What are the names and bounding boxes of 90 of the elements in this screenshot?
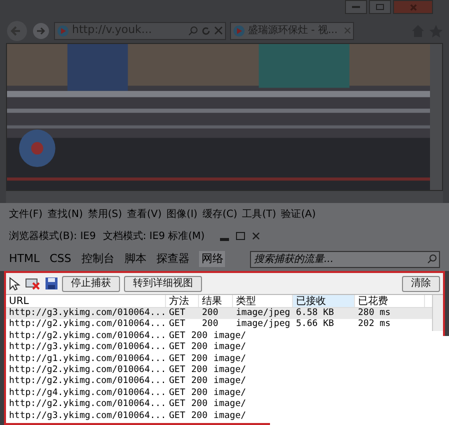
- table-cell: 5.66 KB: [296, 319, 334, 330]
- save-icon[interactable]: [45, 277, 58, 290]
- stop-capture-button[interactable]: 停止捕获: [62, 276, 120, 292]
- table-cell: 200: [191, 399, 208, 410]
- table-scrollbar[interactable]: [432, 295, 443, 331]
- back-icon[interactable]: [6, 20, 28, 42]
- table-cell: http://g4.ykimg.com/010064...: [9, 388, 166, 398]
- search-field[interactable]: 搜索捕获的流量...: [250, 250, 440, 268]
- table-cell: GET: [169, 410, 186, 421]
- table-cell: 200: [191, 330, 208, 341]
- table-cell: GET: [169, 342, 186, 352]
- close-button[interactable]: [393, 0, 433, 14]
- play-logo-icon: [233, 24, 245, 36]
- devtools-tab[interactable]: CSS: [50, 250, 72, 268]
- refresh-icon[interactable]: [201, 26, 211, 36]
- play-logo-icon: [57, 24, 69, 36]
- mode-menu[interactable]: 浏览器模式(B): IE9: [9, 228, 96, 244]
- table-cell: image/: [214, 364, 246, 375]
- table-cell: 200: [191, 410, 208, 421]
- table-cell: http://g2.ykimg.com/010064...: [9, 319, 166, 330]
- close-icon[interactable]: [252, 232, 260, 240]
- detail-view-button[interactable]: 转到详细视图: [124, 276, 202, 292]
- restore-icon[interactable]: [236, 232, 245, 240]
- table-cell: image/: [214, 342, 246, 352]
- menu-item[interactable]: 查找(N): [48, 206, 83, 222]
- table-cell: image/: [214, 399, 246, 410]
- table-cell: image/: [214, 388, 246, 398]
- table-cell: 200: [191, 364, 208, 375]
- table-cell: GET: [169, 376, 186, 386]
- table-cell: http://g3.ykimg.com/010064...: [9, 410, 166, 421]
- search-icon[interactable]: [188, 26, 198, 36]
- table-cell: http://g2.ykimg.com/010064...: [9, 364, 166, 375]
- close-icon[interactable]: [214, 26, 223, 35]
- table-cell: 6.58 KB: [296, 308, 334, 318]
- table-cell: 280 ms: [358, 308, 391, 318]
- column-header[interactable]: 已接收: [293, 295, 355, 307]
- table-cell: http://g3.ykimg.com/010064...: [9, 308, 166, 318]
- table-cell: GET: [169, 399, 186, 410]
- clear-cache-icon[interactable]: [25, 277, 41, 290]
- table-cell: http://g3.ykimg.com/010064...: [9, 342, 166, 352]
- table-cell: http://g2.ykimg.com/010064...: [9, 330, 166, 341]
- table-cell: image/: [214, 410, 246, 421]
- table-cell: GET: [169, 319, 186, 330]
- table-cell: 200: [202, 308, 218, 318]
- table-cell: http://g1.ykimg.com/010064...: [9, 354, 166, 364]
- clear-button[interactable]: 清除: [402, 276, 440, 292]
- menu-item[interactable]: 禁用(S): [88, 206, 122, 222]
- maximize-button[interactable]: [369, 0, 391, 14]
- column-header[interactable]: 方法: [166, 295, 199, 307]
- table-cell: GET: [169, 354, 186, 364]
- close-icon[interactable]: [344, 27, 351, 34]
- mode-menu[interactable]: 文档模式: IE9 标准(M): [102, 228, 205, 244]
- menu-item[interactable]: 验证(A): [281, 206, 316, 222]
- close-icon: [410, 4, 416, 10]
- table-cell: http://g2.ykimg.com/010064...: [9, 376, 166, 386]
- menu-item[interactable]: 查看(V): [127, 206, 162, 222]
- forward-icon[interactable]: [32, 22, 50, 40]
- menu-item[interactable]: 文件(F): [9, 206, 43, 222]
- column-header[interactable]: 结果: [199, 295, 233, 307]
- table-cell: 200: [191, 376, 208, 386]
- menu-item[interactable]: 图像(I): [166, 206, 198, 222]
- scrollbar[interactable]: [430, 44, 442, 190]
- table-cell: image/: [214, 376, 246, 386]
- search-icon: [427, 254, 437, 264]
- devtools-tab[interactable]: 脚本: [124, 250, 146, 268]
- table-cell: http://g2.ykimg.com/010064...: [9, 399, 166, 410]
- devtools-tab[interactable]: 探查器: [156, 250, 190, 268]
- pointer-icon[interactable]: [9, 276, 21, 290]
- table-cell: GET: [169, 364, 186, 375]
- table-cell: 200: [191, 342, 208, 352]
- menu-item[interactable]: 缓存(C): [202, 206, 238, 222]
- devtools-tab[interactable]: HTML: [9, 250, 40, 268]
- table-cell: image/: [214, 330, 246, 341]
- table-cell: image/: [214, 354, 246, 364]
- table-cell: 200: [191, 354, 208, 364]
- minimize-button[interactable]: [345, 0, 367, 14]
- menu-item[interactable]: 工具(T): [242, 206, 276, 222]
- table-cell: 202 ms: [358, 319, 391, 330]
- table-cell: image/jpeg: [236, 319, 290, 330]
- devtools-tab[interactable]: 控制台: [81, 250, 114, 268]
- column-header[interactable]: 类型: [233, 295, 293, 307]
- table-cell: GET: [169, 308, 186, 318]
- table-cell: 200: [191, 388, 208, 398]
- table-cell: GET: [169, 330, 186, 341]
- table-cell: image/jpeg: [236, 308, 290, 318]
- table-cell: GET: [169, 388, 186, 398]
- table-cell: 200: [202, 319, 218, 330]
- request-row[interactable]: http://g3.ykimg.com/010064... GET 200 image/jpeg 6.58 KB 280 ms: [6, 308, 432, 320]
- minimize-icon[interactable]: [220, 238, 229, 240]
- devtools-tab[interactable]: 网络: [199, 250, 226, 268]
